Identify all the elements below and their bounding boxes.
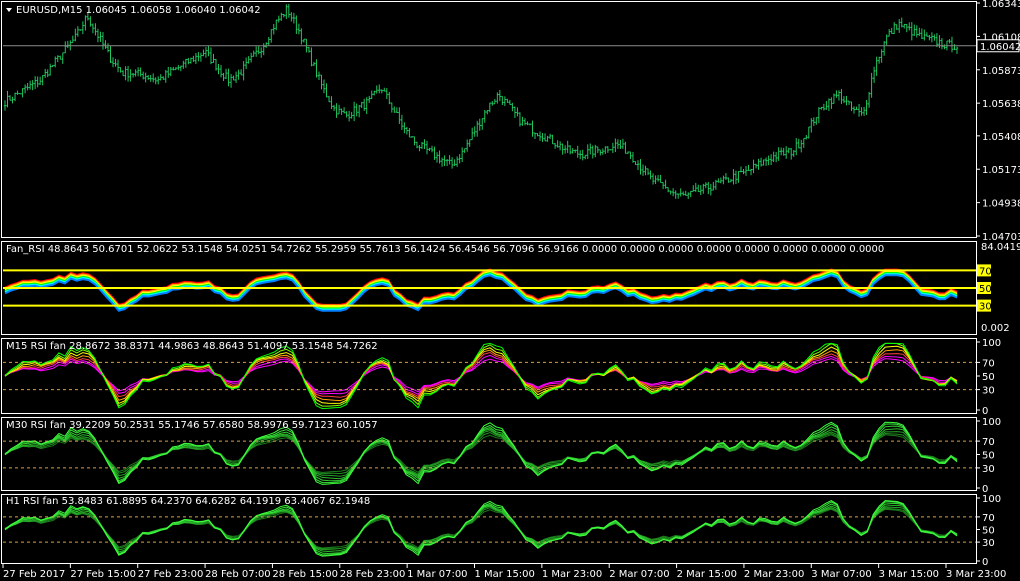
rsi-axis-label: 0 [982, 557, 988, 568]
rsi-axis-label: 100 [982, 494, 1001, 505]
collapse-icon[interactable] [6, 8, 12, 12]
price-pane[interactable] [1, 1, 977, 238]
rsi-axis-label: 100 [982, 338, 1001, 349]
time-axis-label: 28 Feb 15:00 [272, 569, 338, 580]
time-axis-label: 1 Mar 23:00 [542, 569, 602, 580]
rsi-axis-label: 70 [982, 358, 995, 369]
time-axis-label: 27 Feb 2017 [3, 569, 65, 580]
rsi-series-line [4, 354, 958, 396]
fan-rsi-max-label: 84.0419 [981, 242, 1020, 253]
time-axis-label: 3 Mar 07:00 [811, 569, 871, 580]
price-axis-label: 1.05873 [982, 66, 1020, 77]
rsi-series-line [4, 358, 958, 393]
time-axis-label: 1 Mar 15:00 [475, 569, 535, 580]
fan-rsi-level-label: 50 [979, 284, 992, 295]
rsi-axis-label: 70 [982, 437, 995, 448]
time-axis-label: 3 Mar 15:00 [879, 569, 939, 580]
rsi-axis-label: 50 [982, 526, 995, 537]
time-axis-label: 28 Feb 07:00 [205, 569, 271, 580]
rsi-axis-label: 100 [982, 417, 1001, 428]
fan-rsi-pane-title: Fan_RSI 48.8643 50.6701 52.0622 53.1548 … [6, 244, 884, 255]
time-axis-label: 28 Feb 23:00 [340, 569, 406, 580]
rsi-axis-label: 30 [982, 464, 995, 475]
time-axis-label: 27 Feb 23:00 [138, 569, 204, 580]
time-axis-label: 2 Mar 23:00 [744, 569, 804, 580]
m30-rsi-pane-title: M30 RSI fan 39.2209 50.2531 55.1746 57.6… [6, 420, 378, 431]
time-axis-label: 1 Mar 07:00 [407, 569, 467, 580]
price-axis-label: 1.05173 [982, 165, 1020, 176]
rsi-axis-label: 30 [982, 386, 995, 397]
rsi-series-line [4, 351, 958, 398]
h1-rsi-pane-title: H1 RSI fan 53.8483 61.8895 64.2370 64.62… [6, 496, 370, 507]
rsi-series-line [4, 434, 958, 474]
rsi-axis-label: 50 [982, 372, 995, 383]
rsi-axis-label: 30 [982, 538, 995, 549]
time-axis-label: 2 Mar 07:00 [609, 569, 669, 580]
rsi-axis-label: 0 [982, 406, 988, 417]
price-axis-label: 1.04703 [982, 232, 1020, 243]
time-axis-label: 3 Mar 23:00 [946, 569, 1006, 580]
current-price-label: 1.06042 [980, 42, 1020, 53]
price-pane-title: EURUSD,M15 1.06045 1.06058 1.06040 1.060… [16, 5, 261, 16]
price-axis-label: 1.04938 [982, 199, 1020, 210]
rsi-axis-label: 70 [982, 513, 995, 524]
time-axis-label: 27 Feb 15:00 [70, 569, 136, 580]
fan-rsi-level-label: 70 [979, 266, 992, 277]
rsi-axis-label: 50 [982, 451, 995, 462]
price-axis-label: 1.05638 [982, 99, 1020, 110]
m15-rsi-pane-title: M15 RSI fan 28.8672 38.8371 44.9863 48.8… [6, 341, 378, 352]
time-axis-label: 2 Mar 15:00 [677, 569, 737, 580]
price-axis-label: 1.05408 [982, 132, 1020, 143]
fan-rsi-level-label: 30 [979, 302, 992, 313]
price-axis-label: 1.06343 [982, 0, 1020, 10]
fan-rsi-min-label: 0.002 [981, 323, 1010, 334]
trading-chart[interactable]: EURUSD,M15 1.06045 1.06058 1.06040 1.060… [0, 0, 1020, 581]
